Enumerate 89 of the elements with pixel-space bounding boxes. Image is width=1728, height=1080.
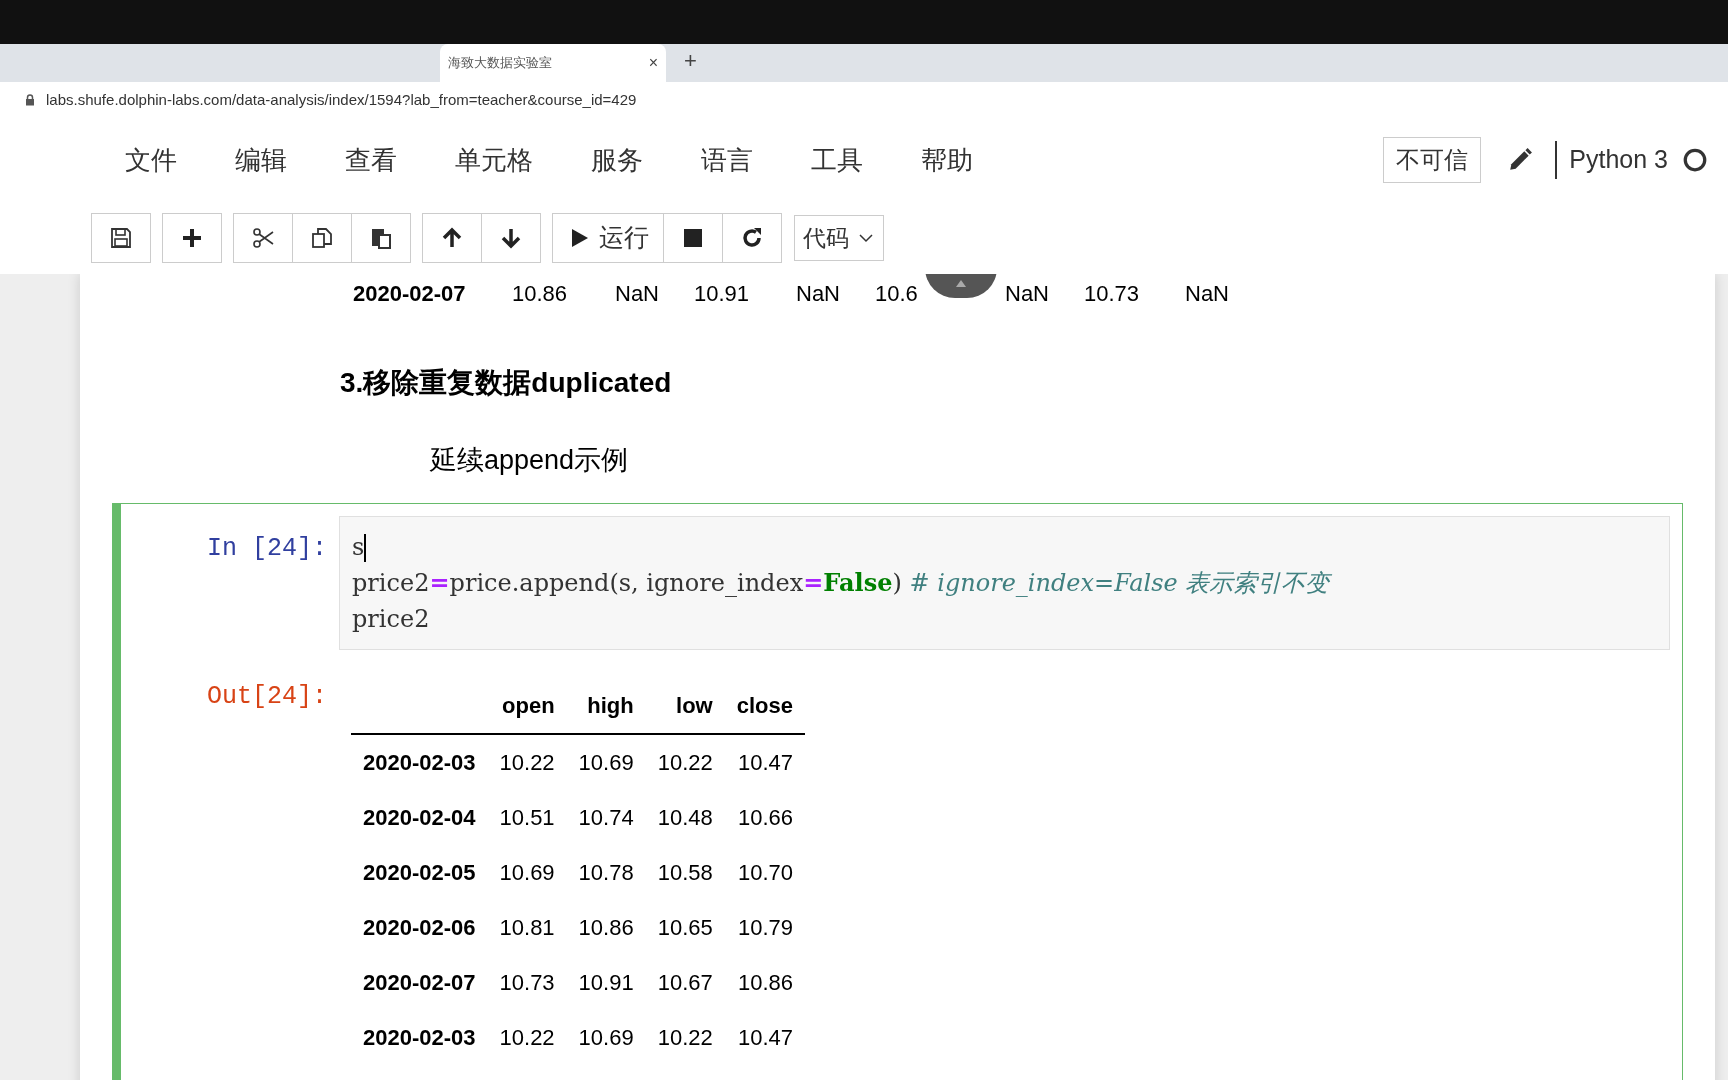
menu-item[interactable]: 查看 xyxy=(345,140,397,180)
markdown-heading: 3.移除重复数据duplicated xyxy=(340,366,673,400)
restart-button[interactable] xyxy=(722,213,782,263)
cell-type-dropdown[interactable]: 代码 xyxy=(794,215,884,261)
menu-item[interactable]: 语言 xyxy=(701,140,753,180)
row-index: 2020-02-06 xyxy=(362,913,477,942)
column-header: open xyxy=(487,677,567,734)
column-header: high xyxy=(566,677,646,734)
table-cell: NaN xyxy=(1185,280,1229,306)
kernel-status-icon xyxy=(1682,147,1708,173)
input-prompt: In [24]: xyxy=(205,532,328,565)
code-cell[interactable] xyxy=(112,502,1683,1080)
column-header: close xyxy=(724,677,805,734)
save-button[interactable] xyxy=(91,213,151,263)
paste-button[interactable] xyxy=(351,213,411,263)
table-cell: 10.69 xyxy=(566,733,646,790)
table-cell: 10.73 xyxy=(1084,280,1140,306)
restart-icon xyxy=(740,226,764,250)
table-cell: 10.6 xyxy=(875,280,918,306)
code-line: s xyxy=(352,531,368,564)
arrow-up-icon xyxy=(440,226,464,250)
stop-button[interactable] xyxy=(663,213,723,263)
table-cell-text: 10.73 xyxy=(498,968,556,997)
table-cell-text: 10.22 xyxy=(498,1023,556,1052)
table-cell-text: 10.69 xyxy=(577,1023,635,1052)
plus-icon xyxy=(180,226,204,250)
menu-item[interactable]: 编辑 xyxy=(235,140,287,180)
table-cell-text: 10.65 xyxy=(656,913,714,942)
tab-close-button[interactable]: × xyxy=(648,51,658,75)
table-cell: 10.22 xyxy=(487,733,567,790)
cut-button[interactable] xyxy=(233,213,293,263)
browser-tab[interactable]: 海致大数据实验室 × xyxy=(440,44,666,82)
menu-item[interactable]: 工具 xyxy=(811,140,863,180)
table-cell-text: 10.79 xyxy=(736,913,794,942)
column-header: low xyxy=(645,677,725,734)
copy-icon xyxy=(310,226,334,250)
table-cell-text: 10.66 xyxy=(736,803,794,832)
lock-icon xyxy=(24,93,36,107)
table-cell-text: 10.69 xyxy=(498,858,556,887)
row-index: 2020-02-04 xyxy=(362,803,477,832)
run-button[interactable]: 运行 xyxy=(552,213,664,263)
add-button[interactable] xyxy=(162,213,222,263)
menu-item[interactable]: 服务 xyxy=(591,140,643,180)
stop-icon xyxy=(681,226,705,250)
markdown-text: 延续append示例 xyxy=(430,444,630,477)
row-index: 2020-02-05 xyxy=(362,858,477,887)
menu-item[interactable]: 单元格 xyxy=(455,140,533,180)
copy-button[interactable] xyxy=(292,213,352,263)
table-cell: 10.91 xyxy=(694,280,750,306)
table-cell-text: 10.51 xyxy=(498,803,556,832)
table-cell-text: 10.70 xyxy=(736,858,794,887)
row-index: 2020-02-03 xyxy=(362,1023,477,1052)
arrow-down-icon xyxy=(499,226,523,250)
scissors-icon xyxy=(251,226,275,250)
table-cell-text: 10.86 xyxy=(577,913,635,942)
table-cell: 10.47 xyxy=(724,733,805,790)
code-line: price2 xyxy=(352,603,431,635)
table-cell-text: 10.91 xyxy=(577,968,635,997)
menu-item[interactable]: 帮助 xyxy=(921,140,973,180)
new-tab-button[interactable]: + xyxy=(680,48,701,74)
up-button[interactable] xyxy=(422,213,482,263)
save-icon xyxy=(109,226,133,250)
table-cell-text: 10.81 xyxy=(498,913,556,942)
table-cell-text: 10.86 xyxy=(736,968,794,997)
paste-icon xyxy=(369,226,393,250)
table-cell-text: 10.47 xyxy=(736,1023,794,1052)
trust-button[interactable]: 不可信 xyxy=(1383,137,1482,183)
table-cell-text: 10.22 xyxy=(656,1023,714,1052)
table-cell: 2020-02-07 xyxy=(353,280,466,306)
table-cell: NaN xyxy=(1005,280,1049,306)
table-cell-text: 10.74 xyxy=(577,803,635,832)
pencil-icon xyxy=(1507,147,1534,173)
down-button[interactable] xyxy=(481,213,541,263)
table-cell: 10.22 xyxy=(645,733,725,790)
kernel-name: Python 3 xyxy=(1555,141,1668,179)
code-line: price2=price.append(s, ignore_index=False) # ignore_index=False 表示索引不变 xyxy=(352,566,1333,599)
table-cell: 10.86 xyxy=(512,280,568,306)
table-cell: NaN xyxy=(615,280,659,306)
table-cell-text: 10.48 xyxy=(656,803,714,832)
row-index: 2020-02-03 xyxy=(351,733,488,790)
table-cell: NaN xyxy=(796,280,840,306)
code-editor[interactable]: s price2=price.append(s, ignore_index=False) # ignore_index=False 表示索引不变 price2 xyxy=(339,515,1670,650)
text-cursor xyxy=(364,534,367,562)
output-prompt: Out[24]: xyxy=(205,680,328,713)
table-cell-text: 10.78 xyxy=(577,858,635,887)
table-cell-text: 10.58 xyxy=(656,858,714,887)
row-index: 2020-02-07 xyxy=(362,968,477,997)
menu-item[interactable]: 文件 xyxy=(125,140,177,180)
table-cell-text: 10.67 xyxy=(656,968,714,997)
